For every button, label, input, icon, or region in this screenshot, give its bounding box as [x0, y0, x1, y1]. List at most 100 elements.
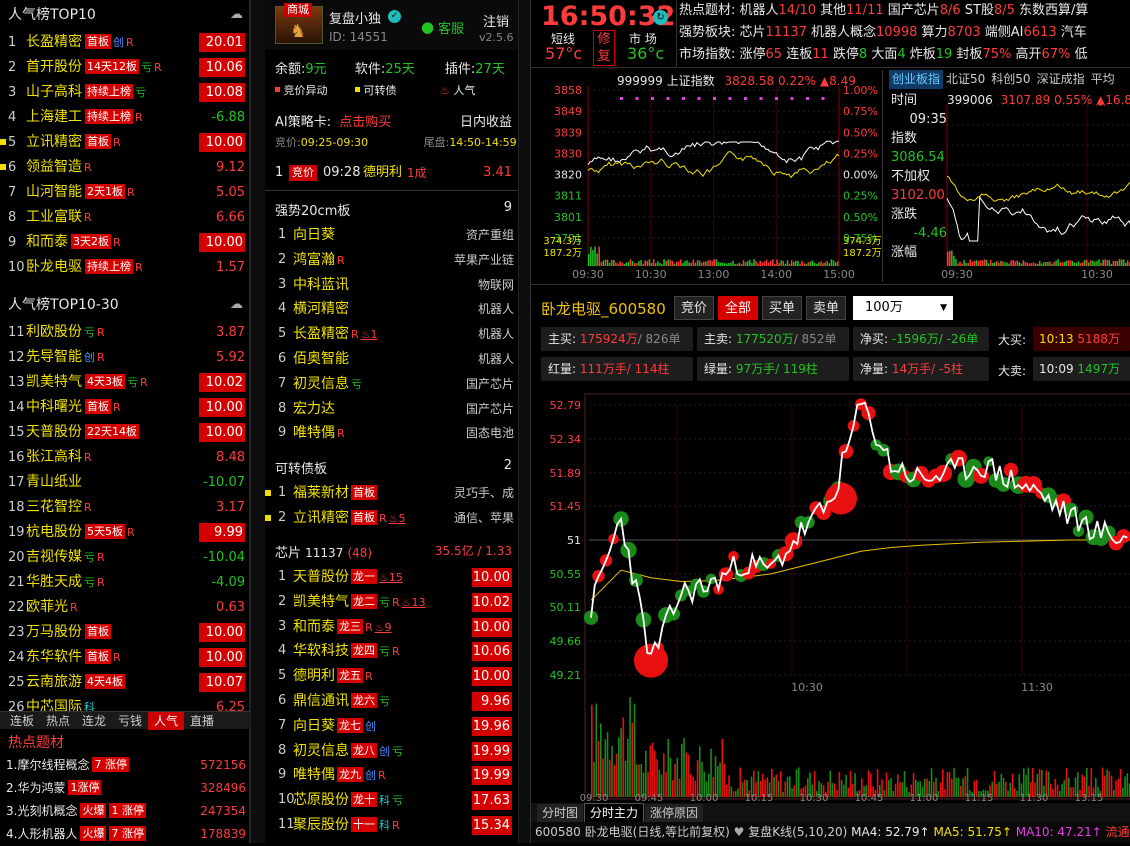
btn-all[interactable]: 全部: [718, 296, 758, 320]
stock-row[interactable]: 6 领益智造 R 9.12: [0, 155, 249, 180]
service-link[interactable]: 客服: [438, 18, 464, 37]
chart-tab[interactable]: 分时主力: [584, 803, 645, 822]
stock-row[interactable]: 19 杭电股份 5天5板 R 9.99: [0, 520, 249, 545]
strong-stock-row[interactable]: 4 横河精密 机器人: [265, 297, 518, 322]
intraday-chart[interactable]: 52.79 52.34 51.89 51.45 51 50.55 50.11 49.66 49.…: [531, 392, 1130, 803]
chip-stock-row[interactable]: 6 鼎信通讯 龙六亏 9.96: [265, 689, 518, 714]
left-tab[interactable]: 直播: [184, 712, 220, 730]
sh-index-chart[interactable]: 999999 上证指数 3828.58 0.22% ▲8.49 3858 3849…: [531, 70, 883, 282]
volume-bar: [1075, 262, 1078, 266]
middle-scrollbar[interactable]: [518, 0, 530, 843]
cloud-sync-icon[interactable]: ☁: [230, 0, 243, 30]
stock-row[interactable]: 17 青山纸业 -10.07: [0, 470, 249, 495]
stock-row[interactable]: 18 三花智控 R 3.17: [0, 495, 249, 520]
stock-row[interactable]: 8 工业富联 R 6.66: [0, 205, 249, 230]
stock-row[interactable]: 9 和而泰 3天2板 R 10.00: [0, 230, 249, 255]
index-tab[interactable]: 深证成指: [1034, 70, 1088, 89]
flag-checkbox[interactable]: [355, 87, 360, 92]
chip-stock-row[interactable]: 11 聚辰股份 十一科 R 15.34: [265, 813, 518, 838]
stock-row[interactable]: 5 立讯精密 首板 R 10.00: [0, 130, 249, 155]
cloud-sync-icon[interactable]: ☁: [230, 290, 243, 320]
btn-buy-orders[interactable]: 买单: [762, 296, 802, 320]
hot-topic-row[interactable]: 2.华为鸿蒙 1涨停 328496: [0, 777, 250, 800]
flag-label[interactable]: 竞价异动: [284, 84, 328, 97]
stock-row[interactable]: 25 云南旅游 4天4板 10.07: [0, 670, 249, 695]
stock-row[interactable]: 1 长盈精密 首板创 R 20.01: [0, 30, 249, 55]
amount-select[interactable]: 100万 ▼: [853, 296, 953, 320]
chip-stock-row[interactable]: 9 唯特偶 龙九创 R 19.99: [265, 763, 518, 788]
ai-buy-link[interactable]: 点击购买: [339, 115, 391, 130]
flag-checkbox[interactable]: [275, 87, 280, 92]
left-tab[interactable]: 连板: [4, 712, 40, 730]
strong-stock-row[interactable]: 5 长盈精密 R ♨1 机器人: [265, 322, 518, 347]
stock-row[interactable]: 22 欧菲光 R 0.63: [0, 595, 249, 620]
chip-stock-row[interactable]: 3 和而泰 龙三 R ♨9 10.00: [265, 615, 518, 640]
stock-row[interactable]: 3 山子高科 持续上榜亏 10.08: [0, 80, 249, 105]
stock-row[interactable]: 10 卧龙电驱 持续上榜 R 1.57: [0, 255, 249, 280]
btn-sell-orders[interactable]: 卖单: [806, 296, 846, 320]
left-tab[interactable]: 连龙: [76, 712, 112, 730]
chip-stock-row[interactable]: 7 向日葵 龙七创 19.96: [265, 714, 518, 739]
bond-stock-row[interactable]: 1 福莱新材 首板 灵巧手、成: [265, 481, 518, 506]
chart-tab[interactable]: 涨停原因: [645, 804, 704, 823]
flag-label[interactable]: 人气: [453, 84, 475, 97]
flag-label[interactable]: 可转债: [364, 84, 397, 97]
board-tag: 持续上榜: [85, 109, 133, 124]
index-tab[interactable]: 平均: [1088, 70, 1118, 89]
store-badge[interactable]: 商城: [284, 3, 312, 17]
stock-row[interactable]: 23 万马股份 首板 10.00: [0, 620, 249, 645]
stock-row[interactable]: 24 东华软件 首板 R 10.00: [0, 645, 249, 670]
stock-row[interactable]: 13 凯美特气 4天3板亏 R 10.02: [0, 370, 249, 395]
stock-row[interactable]: 21 华胜天成亏 R -4.09: [0, 570, 249, 595]
volume-bar: [622, 717, 625, 797]
stock-row[interactable]: 11 利欧股份亏 R 3.87: [0, 320, 249, 345]
left-scrollbar[interactable]: [250, 0, 265, 843]
strong-sectors-line[interactable]: 强势板块: 芯片11137 机器人概念10998 算力8703 端侧AI6613…: [678, 22, 1130, 44]
chip-stock-row[interactable]: 10 芯原股份 龙十科亏 17.63: [265, 788, 518, 813]
index-tab[interactable]: 北证50: [943, 70, 988, 89]
stat-big-buy[interactable]: 10:13 5188万: [1033, 327, 1130, 351]
review-button[interactable]: 修 复: [593, 30, 615, 66]
stock-row[interactable]: 15 天普股份 22天14板 10.00: [0, 420, 249, 445]
strong-stock-row[interactable]: 2 鸿富瀚 R 苹果产业链: [265, 248, 518, 273]
chip-stock-row[interactable]: 2 凯美特气 龙二亏 R ♨13 10.02: [265, 590, 518, 615]
strong-stock-row[interactable]: 7 初灵信息亏 国产芯片: [265, 372, 518, 397]
strong-stock-row[interactable]: 3 中科蓝讯 物联网: [265, 273, 518, 298]
avatar[interactable]: 商城 ♞: [275, 3, 323, 44]
index-tab[interactable]: 创业板指: [889, 70, 944, 89]
strong-stock-row[interactable]: 6 佰奥智能 机器人: [265, 347, 518, 372]
stat-big-sell[interactable]: 10:09 1497万: [1033, 357, 1130, 381]
left-tab[interactable]: 热点: [40, 712, 76, 730]
market-index-line[interactable]: 市场指数: 涨停65 连板11 跌停8 大面4 炸板19 封板75% 高开67%…: [678, 44, 1130, 66]
chip-stock-row[interactable]: 1 天普股份 龙一 ♨15 10.00: [265, 565, 518, 590]
refresh-icon[interactable]: ↻: [653, 10, 668, 25]
stock-title[interactable]: 卧龙电驱_600580: [541, 298, 666, 319]
wechat-icon[interactable]: ●: [421, 18, 434, 36]
stock-row[interactable]: 2 首开股份 14天12板亏 R 10.06: [0, 55, 249, 80]
ai-mode[interactable]: 日内收益: [460, 111, 512, 130]
stock-row[interactable]: 20 吉视传媒亏 R -10.04: [0, 545, 249, 570]
chip-stock-row[interactable]: 5 德明利 龙五 R 10.00: [265, 664, 518, 689]
strong-stock-row[interactable]: 1 向日葵 资产重组: [265, 223, 518, 248]
btn-auction[interactable]: 竞价: [674, 296, 714, 320]
left-tab[interactable]: 亏钱: [112, 712, 148, 730]
stock-row[interactable]: 4 上海建工 持续上榜 R -6.88: [0, 105, 249, 130]
index-tab[interactable]: 科创50: [988, 70, 1033, 89]
stock-row[interactable]: 14 中科曙光 首板 R 10.00: [0, 395, 249, 420]
ai-signal-row[interactable]: 1 竞价 09:28 德明利 1成 3.41: [265, 162, 518, 184]
bond-stock-row[interactable]: 2 立讯精密 首板 R ♨5 通信、苹果: [265, 506, 518, 531]
chart-tab[interactable]: 分时图: [537, 804, 584, 823]
stock-row[interactable]: 7 山河智能 2天1板 R 5.05: [0, 180, 249, 205]
strong-stock-row[interactable]: 8 宏力达 国产芯片: [265, 397, 518, 422]
stock-row[interactable]: 16 张江高科 R 8.48: [0, 445, 249, 470]
hot-topic-row[interactable]: 1.摩尔线程概念 7 涨停 572156: [0, 754, 250, 777]
strong-stock-row[interactable]: 9 唯特偶 R 固态电池: [265, 421, 518, 446]
hot-topic-row[interactable]: 3.光刻机概念 火爆 1 涨停 247354: [0, 800, 250, 823]
logout-button[interactable]: 注销: [483, 11, 509, 30]
stock-row[interactable]: 12 先导智能创 R 5.92: [0, 345, 249, 370]
hot-themes-line[interactable]: 热点题材: 机器人14/10 其他11/11 国产芯片8/6 ST股8/5 东数…: [678, 0, 1130, 22]
chip-stock-row[interactable]: 4 华软科技 龙四亏 R 10.06: [265, 639, 518, 664]
gem-index-chart[interactable]: 399006 3107.89 0.55% ▲16.89 时间 09:35 指数 …: [889, 91, 1130, 282]
left-tab[interactable]: 人气: [148, 712, 184, 730]
chip-stock-row[interactable]: 8 初灵信息 龙八创亏 19.99: [265, 739, 518, 764]
